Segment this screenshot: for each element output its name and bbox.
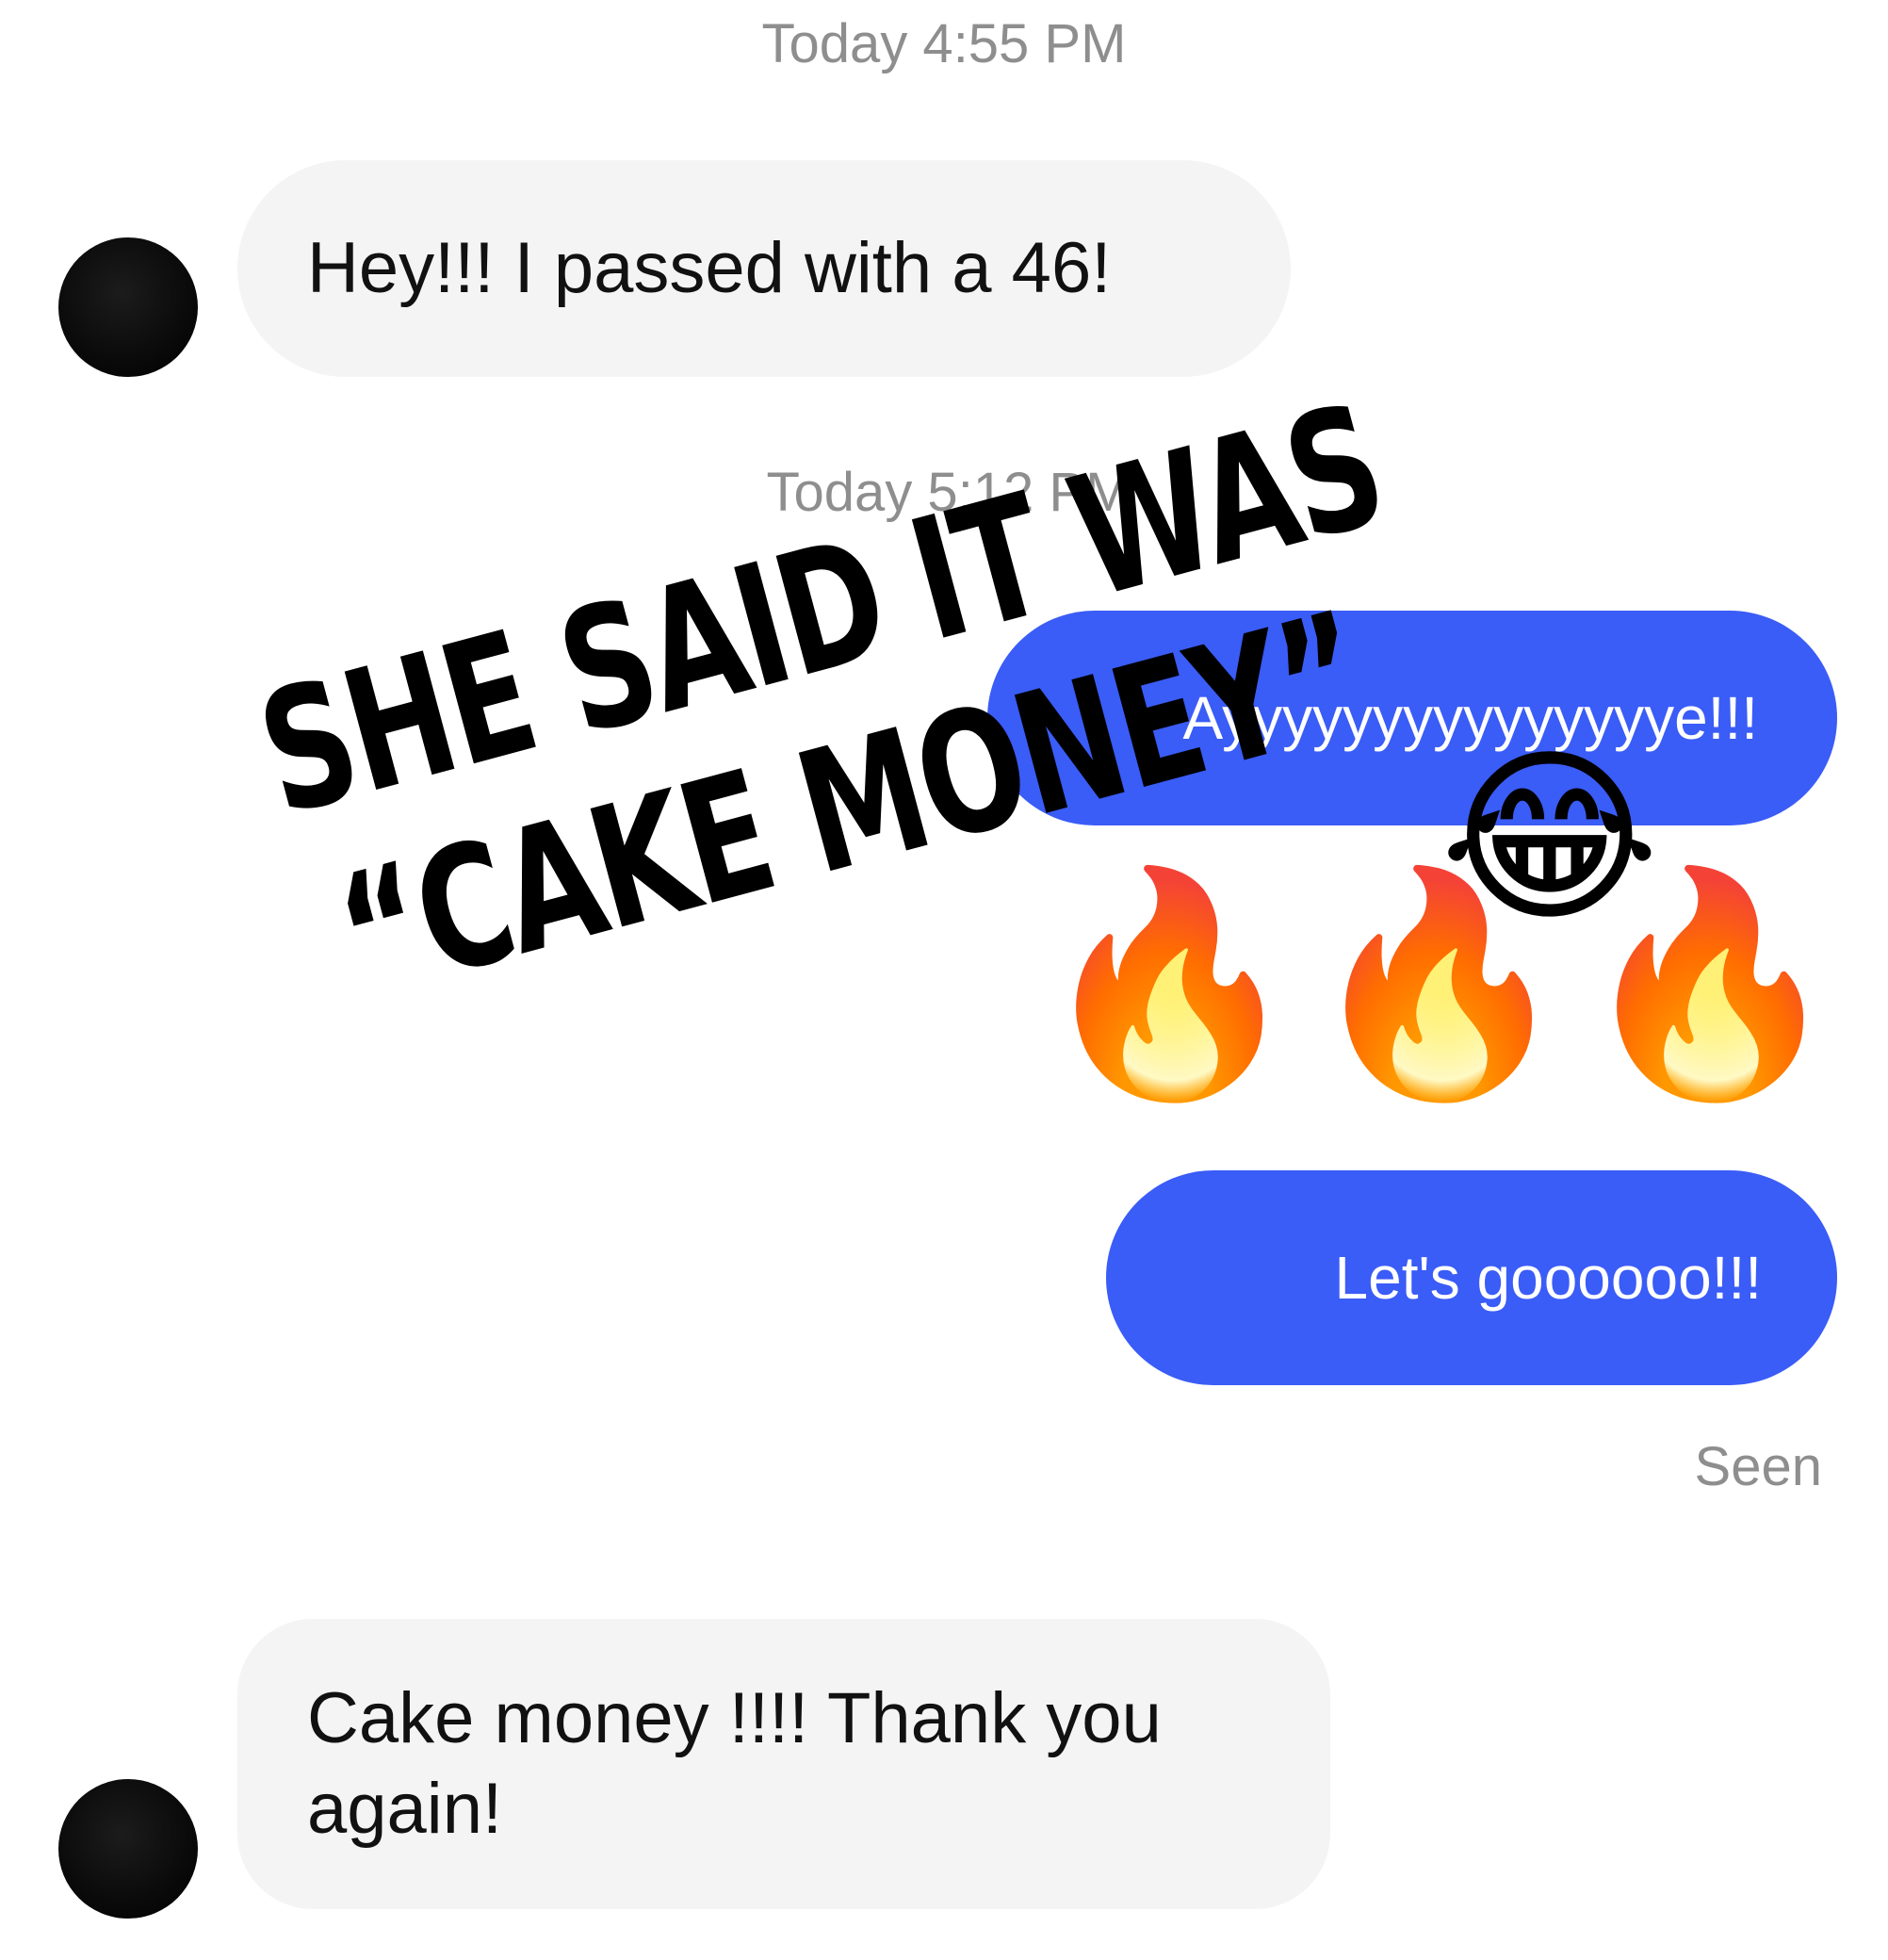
fire-emoji-icon[interactable]: 🔥 (1575, 876, 1845, 1093)
contact-avatar[interactable] (58, 1779, 198, 1919)
incoming-message-text: Cake money !!!! Thank you again! (307, 1678, 1162, 1849)
fire-emoji-icon[interactable]: 🔥 (1034, 876, 1304, 1093)
outgoing-message-bubble[interactable]: Let's goooooo!!! (1106, 1170, 1837, 1385)
seen-status: Seen (1694, 1436, 1822, 1497)
contact-avatar[interactable] (58, 237, 198, 377)
incoming-message-bubble[interactable]: Hey!!! I passed with a 46! (237, 160, 1291, 377)
outgoing-message-text: Let's goooooo!!! (1334, 1244, 1762, 1312)
timestamp-first: Today 4:55 PM (761, 13, 1127, 74)
incoming-message-bubble[interactable]: Cake money !!!! Thank you again! (237, 1619, 1330, 1909)
incoming-message-text: Hey!!! I passed with a 46! (307, 228, 1112, 308)
fire-emoji-icon[interactable]: 🔥 (1304, 876, 1573, 1093)
